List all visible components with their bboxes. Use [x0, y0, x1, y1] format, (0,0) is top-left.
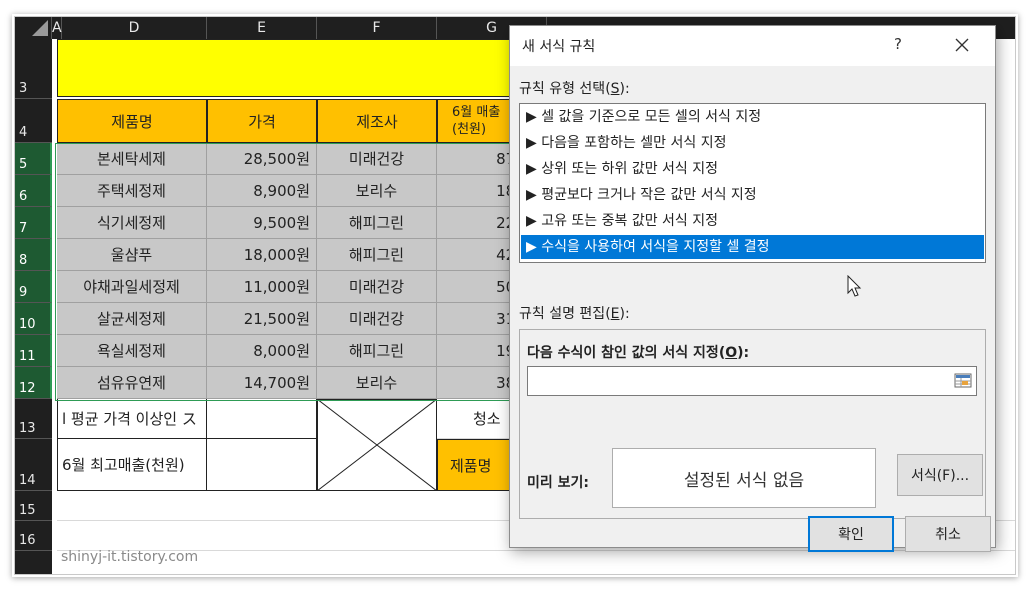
row-header-11[interactable]: 11 — [15, 335, 52, 367]
formula-input[interactable] — [527, 366, 977, 396]
product-name-cell[interactable]: 주택세정제 — [57, 175, 207, 207]
avg-price-label-cell[interactable]: l 평균 가격 이상인 ス — [57, 399, 207, 439]
select-all-corner[interactable] — [15, 17, 52, 39]
column-header-d[interactable]: D — [62, 17, 207, 39]
row-header-5[interactable]: 5 — [15, 143, 52, 175]
sheet-title-cell[interactable] — [57, 39, 527, 97]
maker-cell[interactable]: 보리수 — [317, 367, 437, 399]
product-name-cell[interactable]: 식기세정제 — [57, 207, 207, 239]
format-button[interactable]: 서식(F)... — [897, 454, 983, 496]
maker-cell[interactable]: 보리수 — [317, 175, 437, 207]
product-name-cell[interactable]: 울샴푸 — [57, 239, 207, 271]
dialog-titlebar[interactable]: 새 서식 규칙 ? — [510, 26, 995, 66]
row-header-14[interactable]: 14 — [15, 439, 52, 491]
product-name-cell[interactable]: 야채과일세정제 — [57, 271, 207, 303]
max-sales-label-cell[interactable]: 6월 최고매출(천원) — [57, 439, 207, 491]
rule-type-label-text: 규칙 유형 선택 — [519, 81, 606, 97]
column-header-f[interactable]: F — [317, 17, 437, 39]
column-header-a[interactable]: A — [52, 17, 62, 39]
screenshot-frame: A D E F G 3 4 5 6 7 8 9 10 11 12 13 14 1… — [14, 16, 1016, 575]
ok-button[interactable]: 확인 — [808, 516, 894, 552]
row-header-13[interactable]: 13 — [15, 399, 52, 439]
rule-description-panel: 다음 수식이 참인 값의 서식 지정(O): 미리 보기: 설정된 서식 없음 … — [519, 329, 986, 519]
price-cell[interactable]: 9,500원 — [207, 207, 317, 239]
preview-box: 설정된 서식 없음 — [612, 448, 876, 508]
header-product-name[interactable]: 제품명 — [57, 99, 207, 143]
max-sales-value-cell[interactable] — [207, 439, 317, 491]
header-maker[interactable]: 제조사 — [317, 99, 437, 143]
cancel-button[interactable]: 취소 — [905, 516, 991, 552]
price-cell[interactable]: 8,900원 — [207, 175, 317, 207]
row-header-16[interactable]: 16 — [15, 521, 52, 551]
maker-cell[interactable]: 해피그린 — [317, 239, 437, 271]
column-header-e[interactable]: E — [207, 17, 317, 39]
row-header-3[interactable]: 3 — [15, 39, 52, 99]
range-select-icon[interactable] — [954, 372, 972, 390]
new-formatting-rule-dialog: 새 서식 규칙 ? 규칙 유형 선택(S): ▶ 셀 값을 기준으로 모든 셀의… — [509, 25, 996, 552]
maker-cell[interactable]: 해피그린 — [317, 335, 437, 367]
formula-access-key: O — [725, 345, 738, 361]
preview-label: 미리 보기: — [527, 475, 589, 491]
rule-description-label-text: 규칙 설명 편집 — [519, 306, 606, 322]
rule-type-list[interactable]: ▶ 셀 값을 기준으로 모든 셀의 서식 지정 ▶ 다음을 포함하는 셀만 서식… — [519, 103, 986, 263]
close-icon[interactable] — [950, 33, 974, 57]
rule-item-above-below-average[interactable]: ▶ 평균보다 크거나 작은 값만 서식 지정 — [521, 183, 984, 207]
price-cell[interactable]: 8,000원 — [207, 335, 317, 367]
header-june-sales-line2: (천원) — [452, 122, 487, 137]
rule-item-top-bottom[interactable]: ▶ 상위 또는 하위 값만 서식 지정 — [521, 157, 984, 181]
dialog-title: 새 서식 규칙 — [522, 39, 596, 55]
help-button[interactable]: ? — [894, 35, 902, 53]
row-header-10[interactable]: 10 — [15, 303, 52, 335]
avg-price-value-cell[interactable] — [207, 399, 317, 439]
price-cell[interactable]: 28,500원 — [207, 143, 317, 175]
merged-cross-cell[interactable] — [317, 399, 437, 491]
row-header-12[interactable]: 12 — [15, 367, 52, 399]
watermark-text: shinyj-it.tistory.com — [61, 549, 199, 565]
rule-item-cell-values[interactable]: ▶ 셀 값을 기준으로 모든 셀의 서식 지정 — [521, 105, 984, 129]
row-header-4[interactable]: 4 — [15, 99, 52, 143]
row-header-6[interactable]: 6 — [15, 175, 52, 207]
row-header-7[interactable]: 7 — [15, 207, 52, 239]
product-name-cell[interactable]: 본세탁세제 — [57, 143, 207, 175]
rule-item-unique-duplicate[interactable]: ▶ 고유 또는 중복 값만 서식 지정 — [521, 209, 984, 233]
product-name-cell[interactable]: 섬유유연제 — [57, 367, 207, 399]
row-header-15[interactable]: 15 — [15, 491, 52, 521]
price-cell[interactable]: 21,500원 — [207, 303, 317, 335]
maker-cell[interactable]: 해피그린 — [317, 207, 437, 239]
maker-cell[interactable]: 미래건강 — [317, 303, 437, 335]
maker-cell[interactable]: 미래건강 — [317, 143, 437, 175]
product-name-cell[interactable]: 살균세정제 — [57, 303, 207, 335]
rule-item-contains[interactable]: ▶ 다음을 포함하는 셀만 서식 지정 — [521, 131, 984, 155]
header-price[interactable]: 가격 — [207, 99, 317, 143]
formula-label-text: 다음 수식이 참인 값의 서식 지정 — [527, 345, 719, 361]
rule-item-formula[interactable]: ▶ 수식을 사용하여 서식을 지정할 셀 결정 — [521, 235, 984, 259]
mouse-pointer-icon — [847, 275, 862, 297]
formula-label: 다음 수식이 참인 값의 서식 지정(O): — [527, 345, 750, 361]
rule-type-access-key: S — [610, 81, 620, 97]
rule-type-label: 규칙 유형 선택(S): — [519, 81, 630, 97]
header-june-sales-line1: 6월 매출 — [452, 105, 501, 120]
price-cell[interactable]: 18,000원 — [207, 239, 317, 271]
maker-cell[interactable]: 미래건강 — [317, 271, 437, 303]
product-name-cell[interactable]: 욕실세정제 — [57, 335, 207, 367]
rule-description-label: 규칙 설명 편집(E): — [519, 306, 630, 322]
row-header-17[interactable] — [15, 551, 52, 574]
rule-description-access-key: E — [610, 306, 620, 322]
row-header-9[interactable]: 9 — [15, 271, 52, 303]
price-cell[interactable]: 11,000원 — [207, 271, 317, 303]
price-cell[interactable]: 14,700원 — [207, 367, 317, 399]
row-header-8[interactable]: 8 — [15, 239, 52, 271]
